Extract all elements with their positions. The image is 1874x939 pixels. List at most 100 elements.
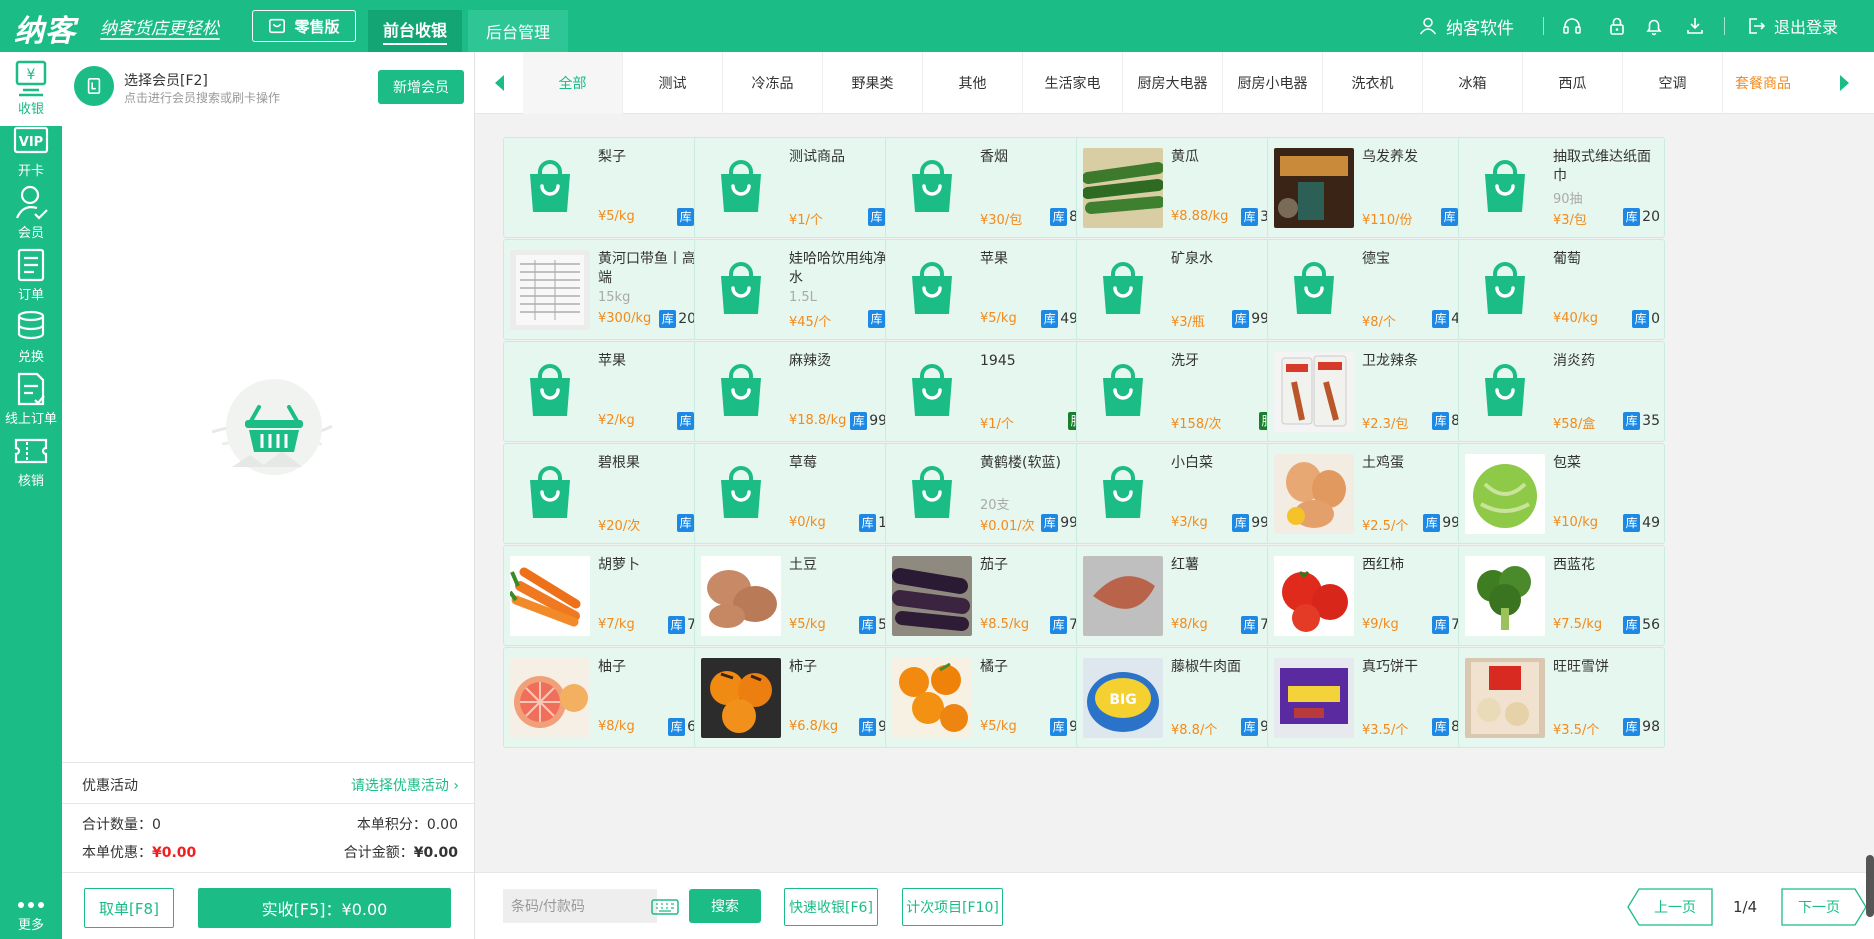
stock-tag: 库 bbox=[1432, 616, 1450, 634]
count-item-button[interactable]: 计次项目[F10] bbox=[902, 888, 1003, 926]
product-image bbox=[1274, 148, 1354, 228]
user-brand[interactable]: 纳客软件 bbox=[1418, 0, 1514, 52]
tab-front-cashier-label: 前台收银 bbox=[382, 17, 447, 45]
headset-icon[interactable] bbox=[1562, 0, 1582, 52]
product-card[interactable]: 红薯¥8/kg库78 bbox=[1076, 545, 1283, 646]
promotion-row[interactable]: 优惠活动 请选择优惠活动 › bbox=[62, 762, 475, 804]
more-menu[interactable]: 更多 bbox=[0, 902, 62, 933]
product-card[interactable]: 葡萄 ¥40/kg 库 0 bbox=[1458, 239, 1665, 340]
tab-category[interactable]: 厨房小电器 bbox=[1223, 52, 1323, 114]
product-card[interactable]: 乌发养发¥110/份库0 bbox=[1267, 137, 1474, 238]
product-card[interactable]: 卫龙辣条¥2.3/包库88 bbox=[1267, 341, 1474, 442]
tab-category[interactable]: 厨房大电器 bbox=[1123, 52, 1223, 114]
product-card[interactable]: 德宝¥8/个库47 bbox=[1267, 239, 1474, 340]
product-card[interactable]: 梨子¥5/kg库0 bbox=[503, 137, 710, 238]
product-card[interactable]: 麻辣烫 ¥18.8/kg 库 995 bbox=[694, 341, 901, 442]
tab-category[interactable]: 全部 bbox=[523, 52, 623, 114]
logout-button[interactable]: 退出登录 bbox=[1746, 0, 1838, 52]
product-card[interactable]: 消炎药 ¥58/盒 库 35 bbox=[1458, 341, 1665, 442]
scrollbar-thumb[interactable] bbox=[1866, 855, 1874, 917]
add-member-button[interactable]: 新增会员 bbox=[378, 70, 464, 104]
promotion-select[interactable]: 请选择优惠活动 › bbox=[351, 775, 459, 795]
hold-order-button[interactable]: 取单[F8] bbox=[84, 888, 174, 928]
product-name: 胡萝卜 bbox=[598, 557, 640, 573]
product-name: 消炎药 bbox=[1553, 353, 1595, 369]
product-name: 洗牙 bbox=[1171, 353, 1199, 369]
promotion-label: 优惠活动 bbox=[82, 778, 138, 794]
product-card[interactable]: 苹果¥2/kg库0 bbox=[503, 341, 710, 442]
product-card[interactable]: 娃哈哈饮用纯净水1.5L¥45/个库3 bbox=[694, 239, 901, 340]
tab-category[interactable]: 空调 bbox=[1623, 52, 1723, 114]
category-next-arrow[interactable] bbox=[1821, 52, 1869, 114]
product-photo-biscuit bbox=[1274, 658, 1354, 738]
product-card[interactable]: 柿子¥6.8/kg库91 bbox=[694, 647, 901, 748]
product-card[interactable]: 碧根果¥20/次库0 bbox=[503, 443, 710, 544]
qty-value: 0 bbox=[152, 817, 161, 833]
product-card[interactable]: 矿泉水 ¥3/瓶库 998 bbox=[1076, 239, 1283, 340]
product-image bbox=[701, 352, 781, 432]
product-image bbox=[510, 556, 590, 636]
product-card[interactable]: 1945¥1/个服 bbox=[885, 341, 1092, 442]
product-card[interactable]: 茄子¥8.5/kg库72 bbox=[885, 545, 1092, 646]
shopping-bag-icon bbox=[530, 160, 570, 212]
lock-icon[interactable] bbox=[1607, 0, 1627, 52]
product-card[interactable]: 测试商品¥1/个库0 bbox=[694, 137, 901, 238]
prev-page-button[interactable]: 上一页 bbox=[1627, 888, 1713, 926]
product-card[interactable]: 包菜 ¥10/kg 库 49 bbox=[1458, 443, 1665, 544]
category-prev-arrow[interactable] bbox=[475, 52, 523, 114]
product-card[interactable]: 旺旺雪饼 ¥3.5/个 库 98 bbox=[1458, 647, 1665, 748]
product-card[interactable]: 黄瓜¥8.88/kg库32 bbox=[1076, 137, 1283, 238]
product-card[interactable]: 土鸡蛋 ¥2.5/个库 999 bbox=[1267, 443, 1474, 544]
member-select-icon[interactable] bbox=[74, 66, 114, 106]
stock-tag: 库 bbox=[1241, 208, 1259, 226]
tab-front-cashier[interactable]: 前台收银 bbox=[368, 10, 462, 52]
product-card[interactable]: 真巧饼干¥3.5/个库81 bbox=[1267, 647, 1474, 748]
product-image bbox=[701, 250, 781, 330]
product-price: ¥110/份 bbox=[1362, 213, 1413, 228]
product-card[interactable]: 西蓝花 ¥7.5/kg 库 56 bbox=[1458, 545, 1665, 646]
member-select-title[interactable]: 选择会员[F2] bbox=[124, 70, 208, 90]
product-card[interactable]: 苹果 ¥5/kg 库 498 bbox=[885, 239, 1092, 340]
tab-category[interactable]: 洗衣机 bbox=[1323, 52, 1423, 114]
logout-icon bbox=[1749, 18, 1766, 34]
product-card[interactable]: 胡萝卜¥7/kg库72 bbox=[503, 545, 710, 646]
shopping-bag-icon bbox=[1294, 262, 1334, 314]
product-card[interactable]: 土豆¥5/kg库51 bbox=[694, 545, 901, 646]
tab-category[interactable]: 冰箱 bbox=[1423, 52, 1523, 114]
product-card[interactable]: 橘子¥5/kg库92 bbox=[885, 647, 1092, 748]
product-card[interactable]: 草莓¥0/kg库11 bbox=[694, 443, 901, 544]
pay-button[interactable]: 实收[F5]：¥0.00 bbox=[198, 888, 451, 928]
product-image bbox=[701, 454, 781, 534]
barcode-search-input[interactable] bbox=[503, 889, 657, 923]
tab-category[interactable]: 生活家电 bbox=[1023, 52, 1123, 114]
sidebar-item-verify[interactable]: 核销 bbox=[0, 424, 62, 498]
tab-category[interactable]: 套餐商品 bbox=[1723, 52, 1803, 114]
product-image bbox=[510, 148, 590, 228]
tab-category[interactable]: 野果类 bbox=[823, 52, 923, 114]
product-card[interactable]: 西红柿¥9/kg库73 bbox=[1267, 545, 1474, 646]
next-page-button[interactable]: 下一页 bbox=[1781, 888, 1867, 926]
bell-icon[interactable] bbox=[1644, 0, 1664, 52]
search-button[interactable]: 搜索 bbox=[689, 889, 761, 923]
product-photo-spicy bbox=[1274, 352, 1354, 432]
tab-back-office[interactable]: 后台管理 bbox=[468, 10, 568, 52]
product-card[interactable]: BIG藤椒牛肉面¥8.8/个库95 bbox=[1076, 647, 1283, 748]
product-card[interactable]: 洗牙¥158/次服 bbox=[1076, 341, 1283, 442]
keyboard-icon[interactable] bbox=[651, 899, 679, 915]
stock-badge: 库0 bbox=[1632, 310, 1660, 328]
product-card[interactable]: 黄鹤楼(软蓝) 20支 ¥0.01/次库 999 bbox=[885, 443, 1092, 544]
product-card[interactable]: 黄河口带鱼丨高端 15kg ¥300/kg 库 200 bbox=[503, 239, 710, 340]
product-card[interactable]: 小白菜 ¥3/kg 库 995 bbox=[1076, 443, 1283, 544]
tab-category[interactable]: 其他 bbox=[923, 52, 1023, 114]
tab-category[interactable]: 冷冻品 bbox=[723, 52, 823, 114]
tab-category[interactable]: 西瓜 bbox=[1523, 52, 1623, 114]
product-card[interactable]: 香烟¥30/包库86 bbox=[885, 137, 1092, 238]
product-card[interactable]: 抽取式维达纸面巾 90抽 ¥3/包 库 20 bbox=[1458, 137, 1665, 238]
download-icon[interactable] bbox=[1685, 0, 1705, 52]
product-image bbox=[701, 658, 781, 738]
product-image bbox=[510, 454, 590, 534]
product-image bbox=[1083, 250, 1163, 330]
product-card[interactable]: 柚子¥8/kg库69 bbox=[503, 647, 710, 748]
quick-pay-button[interactable]: 快速收银[F6] bbox=[784, 888, 878, 926]
tab-category[interactable]: 测试 bbox=[623, 52, 723, 114]
